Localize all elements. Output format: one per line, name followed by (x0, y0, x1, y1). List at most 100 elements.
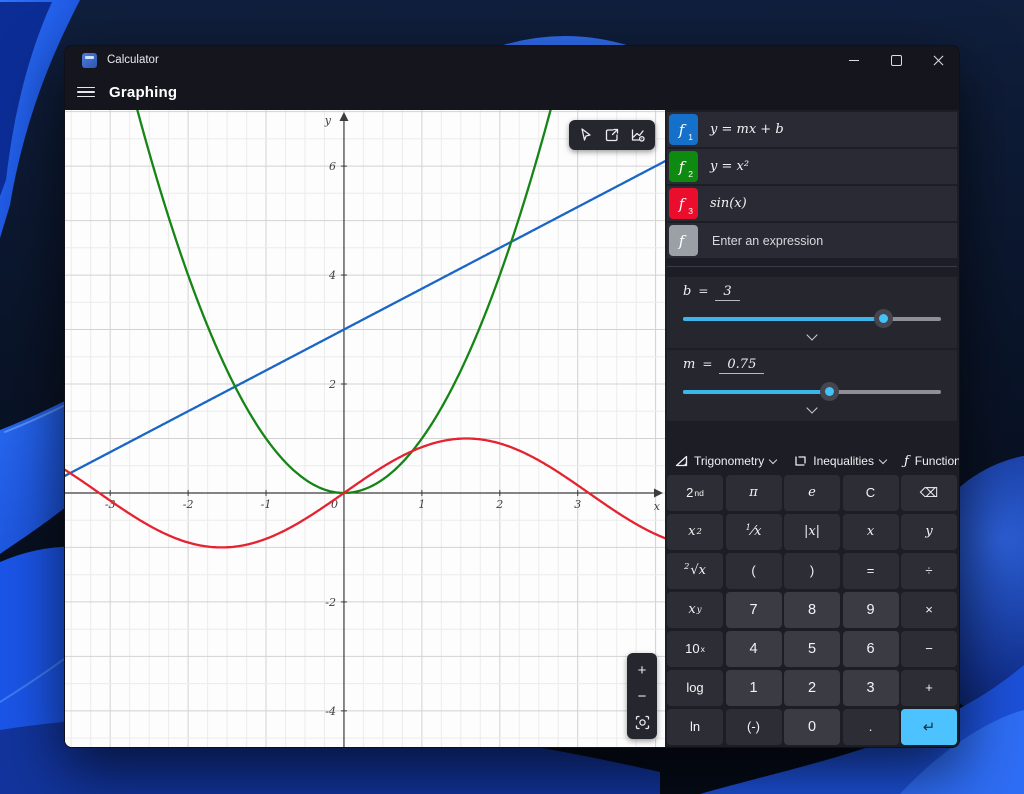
key-absolute-value[interactable]: |x| (784, 514, 840, 551)
key-four[interactable]: 4 (726, 631, 782, 668)
keypad: 2ndπeC⌫x21⁄x|x|xy2√x()=÷xy789×10x456−log… (667, 475, 957, 748)
key-two[interactable]: 2 (784, 670, 840, 707)
function-row-1[interactable]: f1 y = mx + b (667, 112, 957, 147)
svg-text:2: 2 (495, 498, 503, 511)
key-equals[interactable]: = (843, 553, 899, 590)
key-six[interactable]: 6 (843, 631, 899, 668)
slider-m-value[interactable]: 0.75 (719, 357, 764, 374)
key-ln[interactable]: ln (667, 709, 723, 746)
key-x-squared[interactable]: x2 (667, 514, 723, 551)
calculator-app-icon (82, 53, 97, 68)
key-multiply[interactable]: × (901, 592, 957, 629)
zoom-out-button[interactable]: − (629, 683, 655, 709)
app-header: Graphing (65, 74, 959, 110)
keypad-tabs: Trigonometry Inequalities ƒ Function (667, 446, 957, 475)
slider-m-thumb[interactable] (820, 382, 839, 401)
svg-text:-2: -2 (183, 498, 194, 511)
f1-badge[interactable]: f1 (669, 114, 698, 145)
close-button[interactable] (917, 46, 959, 74)
page-title: Graphing (109, 84, 177, 101)
graph-plot[interactable]: -3-2-10123642-2-4yx (65, 110, 665, 748)
graph-area[interactable]: -3-2-10123642-2-4yx + − (65, 110, 665, 747)
f2-expression[interactable]: y = x² (710, 159, 749, 174)
key-plus[interactable]: + (901, 670, 957, 707)
key-negate[interactable]: (-) (726, 709, 782, 746)
close-icon (933, 55, 944, 66)
f3-badge[interactable]: f3 (669, 188, 698, 219)
menu-button[interactable] (77, 87, 95, 98)
key-minus[interactable]: − (901, 631, 957, 668)
chevron-down-icon (769, 456, 777, 464)
minimize-button[interactable] (833, 46, 875, 74)
key-decimal[interactable]: . (843, 709, 899, 746)
key-variable-x[interactable]: x (843, 514, 899, 551)
key-eight[interactable]: 8 (784, 592, 840, 629)
key-euler[interactable]: e (784, 475, 840, 512)
svg-text:-1: -1 (261, 498, 272, 511)
slider-m-expand-button[interactable] (683, 402, 941, 418)
tab-inequalities[interactable]: Inequalities (794, 454, 886, 468)
maximize-icon (891, 55, 902, 66)
key-reciprocal[interactable]: 1⁄x (726, 514, 782, 551)
function-row-3[interactable]: f3 sin(x) (667, 186, 957, 221)
key-open-paren[interactable]: ( (726, 553, 782, 590)
key-clear[interactable]: C (843, 475, 899, 512)
slider-b[interactable] (683, 309, 941, 327)
slider-b-value[interactable]: 3 (715, 284, 739, 301)
function-input-row[interactable]: f (667, 223, 957, 258)
key-log[interactable]: log (667, 670, 723, 707)
app-title: Calculator (107, 54, 159, 66)
maximize-button[interactable] (875, 46, 917, 74)
inequalities-icon (794, 455, 807, 467)
key-pi[interactable]: π (726, 475, 782, 512)
desktop: { "window": { "app_title": "Calculator",… (0, 0, 1024, 794)
key-enter[interactable]: ↵ (901, 709, 957, 746)
slider-b-name: b (683, 284, 691, 299)
key-zero[interactable]: 0 (784, 709, 840, 746)
tab-function[interactable]: ƒ Function (904, 454, 960, 469)
key-one[interactable]: 1 (726, 670, 782, 707)
slider-m[interactable] (683, 382, 941, 400)
tab-trigonometry[interactable]: Trigonometry (675, 454, 776, 468)
function-row-2[interactable]: f2 y = x² (667, 149, 957, 184)
key-variable-y[interactable]: y (901, 514, 957, 551)
slider-b-expand-button[interactable] (683, 329, 941, 345)
slider-m-name: m (683, 357, 695, 372)
f3-expression[interactable]: sin(x) (710, 196, 747, 211)
backspace-icon: ⌫ (920, 485, 938, 501)
graph-options-button[interactable] (625, 123, 651, 147)
key-ten-power-x[interactable]: 10x (667, 631, 723, 668)
key-backspace[interactable]: ⌫ (901, 475, 957, 512)
svg-text:1: 1 (418, 498, 425, 511)
svg-text:-2: -2 (325, 596, 336, 609)
key-x-power-y[interactable]: xy (667, 592, 723, 629)
expression-input[interactable] (710, 233, 914, 249)
f1-expression[interactable]: y = mx + b (710, 122, 784, 137)
key-second[interactable]: 2nd (667, 475, 723, 512)
key-seven[interactable]: 7 (726, 592, 782, 629)
svg-text:6: 6 (329, 160, 336, 173)
svg-text:-4: -4 (325, 705, 336, 718)
zoom-controls: + − (627, 653, 657, 739)
slider-b-thumb[interactable] (874, 309, 893, 328)
svg-text:3: 3 (574, 498, 581, 511)
key-five[interactable]: 5 (784, 631, 840, 668)
key-nine[interactable]: 9 (843, 592, 899, 629)
panel-divider (667, 266, 957, 267)
chevron-down-icon (806, 329, 817, 340)
svg-text:2: 2 (328, 378, 336, 391)
graph-toolbar (569, 120, 655, 150)
share-button[interactable] (599, 123, 625, 147)
zoom-fit-button[interactable] (629, 709, 655, 735)
chevron-down-icon (879, 456, 887, 464)
key-square-root[interactable]: 2√x (667, 553, 723, 590)
f2-badge[interactable]: f2 (669, 151, 698, 182)
key-close-paren[interactable]: ) (784, 553, 840, 590)
trace-button[interactable] (573, 123, 599, 147)
key-three[interactable]: 3 (843, 670, 899, 707)
zoom-in-button[interactable]: + (629, 657, 655, 683)
svg-text:y: y (324, 114, 332, 127)
svg-text:x: x (654, 500, 661, 513)
new-function-badge: f (669, 225, 698, 256)
key-divide[interactable]: ÷ (901, 553, 957, 590)
